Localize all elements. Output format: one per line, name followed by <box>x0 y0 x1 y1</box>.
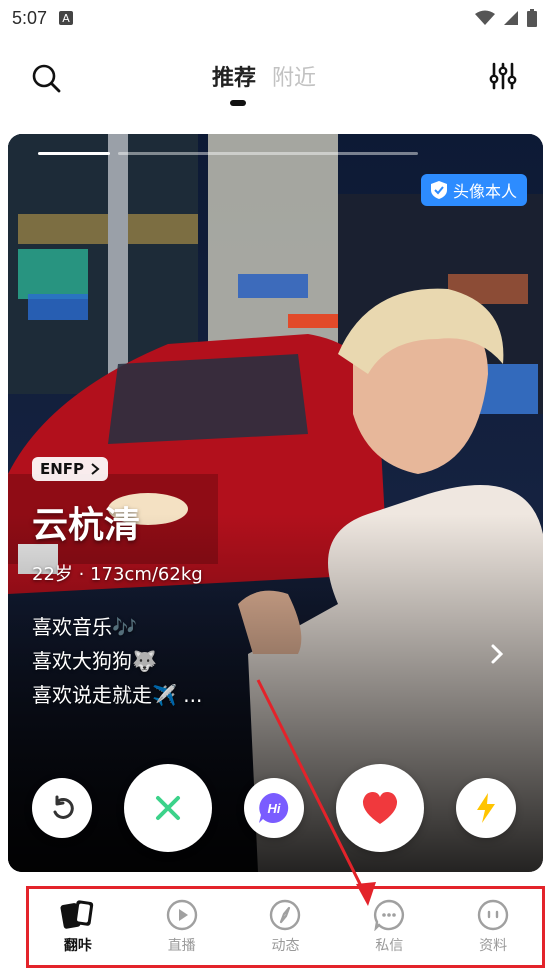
input-method-icon: A <box>59 11 74 25</box>
profile-interests: 喜欢音乐🎶 喜欢大狗狗🐺 喜欢说走就走✈️ ... <box>32 610 202 712</box>
feed-tabs: 推荐 附近 <box>212 60 316 92</box>
profile-name: 云杭清 <box>32 505 141 546</box>
interest-line: 喜欢说走就走✈️ ... <box>32 683 203 707</box>
profile-card[interactable]: 头像本人 ENFP 云杭清 22岁 · 173cm/62kg 喜欢音乐🎶 喜欢大… <box>8 134 543 872</box>
hi-label: Hi <box>268 801 281 816</box>
hi-bubble-icon: Hi <box>259 793 289 823</box>
filter-button[interactable] <box>483 56 523 96</box>
profile-meta: 22岁 · 173cm/62kg <box>32 564 203 585</box>
interest-line: 喜欢大狗狗🐺 <box>32 649 157 673</box>
search-button[interactable] <box>26 58 66 98</box>
top-nav: 推荐 附近 <box>0 48 549 112</box>
pass-button[interactable] <box>124 764 212 852</box>
wifi-icon <box>475 10 495 25</box>
status-left: 5:07 A <box>12 7 74 29</box>
mbti-label: ENFP <box>40 460 85 478</box>
rewind-button[interactable] <box>32 778 92 838</box>
verified-badge: 头像本人 <box>420 174 527 206</box>
verified-label: 头像本人 <box>452 182 517 201</box>
status-bar: 5:07 A <box>0 0 549 36</box>
lightning-icon <box>477 793 495 823</box>
shield-check-icon <box>430 181 447 199</box>
active-tab-indicator <box>230 100 246 106</box>
photo-progress-segment <box>38 152 110 155</box>
tab-nearby[interactable]: 附近 <box>272 60 316 92</box>
battery-icon <box>527 9 537 27</box>
close-icon <box>156 796 180 820</box>
like-button[interactable] <box>336 764 424 852</box>
interest-line: 喜欢音乐🎶 <box>32 615 137 639</box>
undo-icon <box>53 795 74 819</box>
tab-recommend[interactable]: 推荐 <box>212 60 256 92</box>
chevron-right-icon <box>491 644 504 664</box>
mbti-tag[interactable]: ENFP <box>32 457 109 481</box>
status-right <box>475 9 537 27</box>
status-time: 5:07 <box>12 7 48 28</box>
signal-icon <box>504 11 518 25</box>
chevron-right-icon <box>91 463 100 475</box>
sliders-icon <box>489 62 517 90</box>
photo-progress <box>38 152 418 155</box>
heart-icon <box>362 792 398 824</box>
say-hi-button[interactable]: Hi <box>244 778 304 838</box>
highlight-box <box>26 886 545 968</box>
app-screen: 5:07 A 推荐 附近 头像本人 ENFP 云杭清 22岁 · 173cm/6… <box>0 0 549 976</box>
action-buttons: Hi <box>8 758 543 854</box>
photo-progress-segment <box>118 152 418 155</box>
search-icon <box>32 64 61 93</box>
boost-button[interactable] <box>456 778 516 838</box>
profile-detail-button[interactable] <box>485 642 509 666</box>
